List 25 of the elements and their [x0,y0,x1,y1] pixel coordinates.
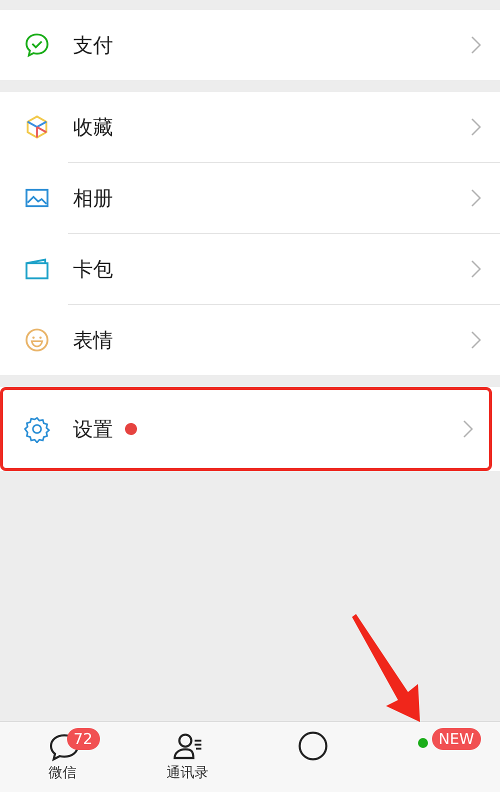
menu-label: 卡包 [73,256,113,282]
chevron-icon [471,118,481,136]
tab-item[interactable]: 通讯录 [125,722,250,792]
unread-badge: NEW [432,728,482,750]
unread-badge: 72 [66,728,100,750]
menu-row[interactable]: 设置 [0,387,492,471]
menu-label: 收藏 [73,114,113,140]
menu-label: 设置 [73,416,113,442]
settings-icon [23,415,51,443]
chevron-icon [471,189,481,207]
menu-row[interactable]: 收藏 [0,92,500,162]
menu-row[interactable]: 卡包 [0,234,500,304]
menu-label: 相册 [73,184,113,212]
chat-check-icon [23,31,51,59]
menu-row[interactable]: 表情 [0,305,500,375]
menu-label: 支付 [73,32,113,58]
menu-row[interactable]: 支付 [0,10,500,80]
menu-row[interactable]: 相册 [0,163,500,233]
chevron-icon [471,36,481,54]
tab-item[interactable]: 72 微信 [0,722,125,792]
smiley-icon [23,326,51,354]
chevron-icon [471,331,481,349]
menu-label: 表情 [73,326,113,354]
chevron-icon [471,260,481,278]
chevron-icon [463,420,473,438]
